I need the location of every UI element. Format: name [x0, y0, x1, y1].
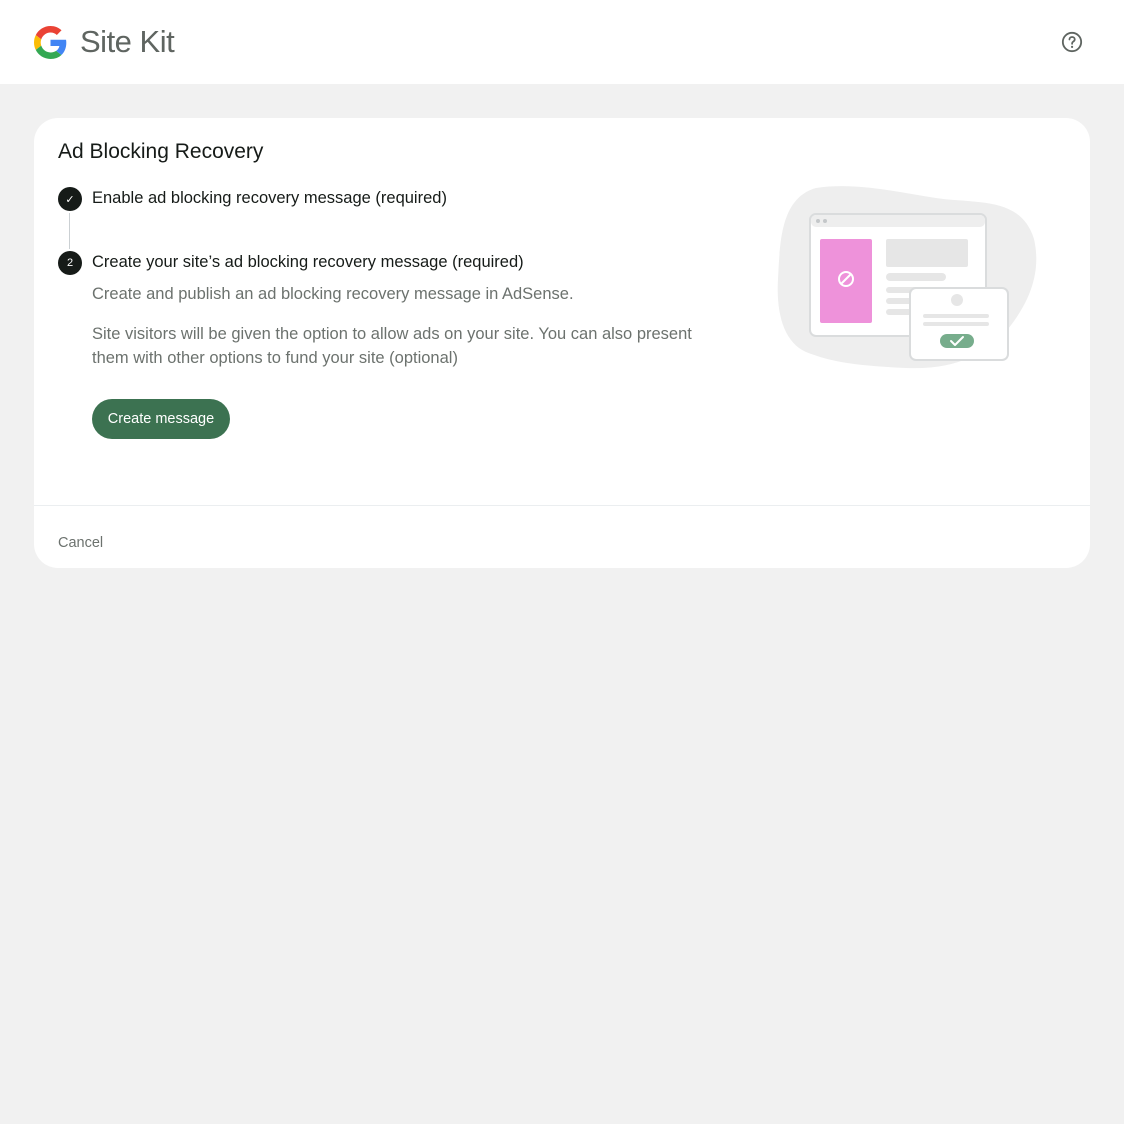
footer-divider	[34, 505, 1090, 506]
site-kit-logo: Site Kit	[34, 24, 175, 59]
app-header: Site Kit	[0, 0, 1124, 84]
step-2-marker: 2	[58, 251, 82, 275]
brand-name: Site Kit	[80, 24, 175, 59]
ad-blocking-illustration	[777, 186, 1037, 369]
step-connector	[69, 213, 70, 249]
ad-blocking-recovery-card: Ad Blocking Recovery ✓ Enable ad blockin…	[34, 118, 1090, 568]
step-1-completed-marker: ✓	[58, 187, 82, 211]
create-message-button[interactable]: Create message	[92, 399, 230, 439]
google-g-icon	[34, 25, 67, 59]
step-2-secondary-description: Site visitors will be given the option t…	[92, 325, 692, 367]
checkmark-icon: ✓	[65, 193, 75, 206]
step-2-description: Create and publish an ad blocking recove…	[92, 285, 574, 303]
help-circle-icon[interactable]	[1061, 31, 1083, 53]
cancel-link[interactable]: Cancel	[58, 535, 103, 551]
card-title: Ad Blocking Recovery	[58, 140, 264, 163]
step-1-title: Enable ad blocking recovery message (req…	[92, 189, 447, 207]
step-2-title: Create your site’s ad blocking recovery …	[92, 253, 524, 271]
